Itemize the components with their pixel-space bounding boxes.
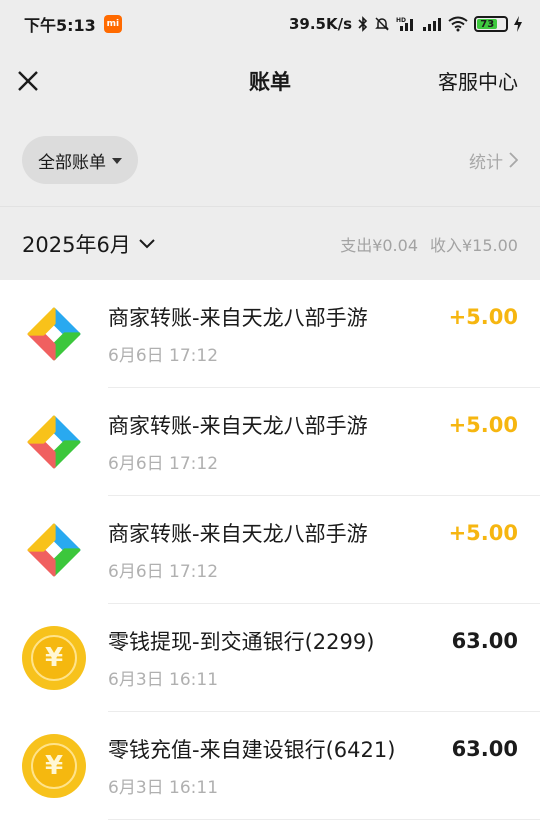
transaction-amount: +5.00 xyxy=(448,521,518,545)
expense-total: 支出¥0.04 xyxy=(340,235,418,255)
merchant-quadrant-svg xyxy=(27,415,81,469)
icon-quadrant-top-left xyxy=(27,307,56,336)
transaction-title: 零钱充值-来自建设银行(6421) xyxy=(108,738,396,762)
status-right: 39.5K/s HD 73 xyxy=(289,15,522,33)
transaction-title: 商家转账-来自天龙八部手游 xyxy=(108,414,368,438)
merchant-quadrant-icon xyxy=(22,518,86,582)
all-bills-dropdown[interactable]: 全部账单 xyxy=(22,136,138,184)
transaction-amount: 63.00 xyxy=(451,629,518,653)
wifi-icon xyxy=(448,16,468,32)
icon-quadrant-top-right xyxy=(52,523,81,552)
income-total: 收入¥15.00 xyxy=(430,235,518,255)
status-left: 下午5:13 mi xyxy=(24,12,122,36)
icon-quadrant-bottom-right xyxy=(52,548,81,577)
status-bar: 下午5:13 mi 39.5K/s HD 73 xyxy=(0,0,540,48)
customer-service-button[interactable]: 客服中心 xyxy=(438,66,518,95)
transaction-time: 6月6日 17:12 xyxy=(108,346,219,366)
merchant-quadrant-icon xyxy=(22,410,86,474)
close-button[interactable] xyxy=(12,62,44,100)
transaction-time: 6月6日 17:12 xyxy=(108,454,219,474)
icon-quadrant-bottom-right xyxy=(52,440,81,469)
battery-level: 73 xyxy=(477,19,498,30)
battery-icon: 73 xyxy=(474,16,508,32)
stats-link[interactable]: 统计 xyxy=(469,148,518,173)
month-label: 2025年6月 xyxy=(22,232,131,257)
transaction-amount: 63.00 xyxy=(451,737,518,761)
signal-icon xyxy=(422,16,442,32)
transaction-time: 6月3日 16:11 xyxy=(108,670,219,690)
charging-icon xyxy=(514,16,522,32)
transaction-amount: +5.00 xyxy=(448,413,518,437)
transaction-amount: +5.00 xyxy=(448,305,518,329)
icon-quadrant-bottom-right xyxy=(52,332,81,361)
net-speed: 39.5K/s xyxy=(288,15,352,33)
icon-quadrant-bottom-left xyxy=(27,332,56,361)
month-selector[interactable]: 2025年6月 xyxy=(22,229,155,259)
bluetooth-icon xyxy=(358,16,368,32)
transaction-title: 商家转账-来自天龙八部手游 xyxy=(108,306,368,330)
merchant-quadrant-svg xyxy=(27,307,81,361)
nav-bar: 账单 客服中心 xyxy=(0,48,540,114)
icon-quadrant-top-right xyxy=(52,307,81,336)
icon-quadrant-bottom-left xyxy=(27,548,56,577)
mi-app-icon: mi xyxy=(103,15,122,33)
month-row: 2025年6月 支出¥0.04 收入¥15.00 xyxy=(0,206,540,280)
month-totals: 支出¥0.04 收入¥15.00 xyxy=(340,232,518,256)
coin-outer: ¥ xyxy=(22,734,86,798)
yuan-coin-icon: ¥ xyxy=(22,626,86,690)
transaction-row[interactable]: 商家转账-来自天龙八部手游 6月6日 17:12 +5.00 xyxy=(0,388,540,496)
transaction-row[interactable]: ¥ 零钱提现-到交通银行(2299) 6月3日 16:11 63.00 xyxy=(0,604,540,712)
transaction-body: 商家转账-来自天龙八部手游 6月6日 17:12 +5.00 xyxy=(108,388,540,496)
transaction-body: 商家转账-来自天龙八部手游 6月6日 17:12 +5.00 xyxy=(108,496,540,604)
mute-bell-icon xyxy=(374,16,390,32)
transaction-time: 6月6日 17:12 xyxy=(108,562,219,582)
filter-row: 全部账单 统计 xyxy=(0,114,540,206)
icon-quadrant-top-left xyxy=(27,523,56,552)
merchant-quadrant-icon xyxy=(22,302,86,366)
yuan-coin-icon: ¥ xyxy=(22,734,86,798)
svg-text:HD: HD xyxy=(396,17,406,24)
transaction-body: 零钱充值-来自建设银行(6421) 6月3日 16:11 63.00 xyxy=(108,712,540,820)
page-title: 账单 xyxy=(249,70,291,94)
transaction-body: 商家转账-来自天龙八部手游 6月6日 17:12 +5.00 xyxy=(108,280,540,388)
icon-quadrant-top-right xyxy=(52,415,81,444)
transaction-time: 6月3日 16:11 xyxy=(108,778,219,798)
merchant-quadrant-svg xyxy=(27,523,81,577)
transaction-list: 商家转账-来自天龙八部手游 6月6日 17:12 +5.00 商家转账-来自天龙… xyxy=(0,280,540,836)
close-icon xyxy=(18,71,38,91)
all-bills-label: 全部账单 xyxy=(38,152,106,173)
stats-label: 统计 xyxy=(469,152,503,173)
icon-quadrant-top-left xyxy=(27,415,56,444)
chevron-down-icon xyxy=(139,238,155,248)
transaction-body: 零钱提现-到交通银行(2299) 6月3日 16:11 63.00 xyxy=(108,604,540,712)
transaction-row[interactable]: 商家转账-来自天龙八部手游 6月6日 17:12 +5.00 xyxy=(0,280,540,388)
coin-outer: ¥ xyxy=(22,626,86,690)
icon-quadrant-bottom-left xyxy=(27,440,56,469)
yuan-symbol: ¥ xyxy=(31,635,77,681)
hd-signal-icon: HD xyxy=(396,16,416,32)
transaction-row[interactable]: 商家转账-来自天龙八部手游 6月6日 17:12 +5.00 xyxy=(0,496,540,604)
caret-down-icon xyxy=(112,158,122,164)
chevron-right-icon xyxy=(509,152,518,168)
transaction-title: 零钱提现-到交通银行(2299) xyxy=(108,630,375,654)
transaction-title: 商家转账-来自天龙八部手游 xyxy=(108,522,368,546)
yuan-symbol: ¥ xyxy=(31,743,77,789)
status-time: 下午5:13 xyxy=(24,16,96,35)
transaction-row[interactable]: ¥ 零钱充值-来自建设银行(6421) 6月3日 16:11 63.00 xyxy=(0,712,540,820)
